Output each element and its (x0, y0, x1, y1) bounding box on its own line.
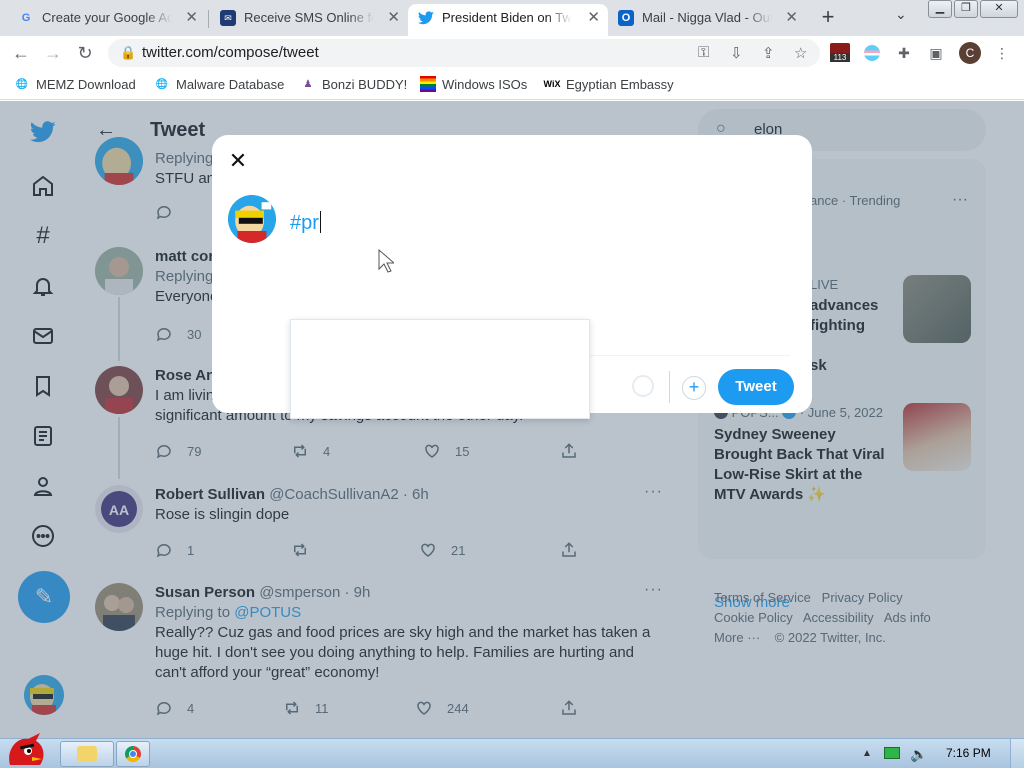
add-thread-button[interactable]: + (682, 376, 706, 400)
network-status-icon[interactable] (884, 747, 900, 759)
lock-icon[interactable]: 🔒 (120, 45, 136, 61)
tweet-submit-button[interactable]: Tweet (718, 369, 794, 405)
minimize-button[interactable]: ▁ (928, 0, 952, 18)
window-close-button[interactable]: ✕ (980, 0, 1018, 18)
globe-icon: 🌐 (15, 78, 29, 90)
sms-site-icon: ✉ (220, 10, 236, 26)
pride-flag-extension-icon[interactable] (862, 43, 882, 63)
bookmarks-bar: 🌐 MEMZ Download 🌐 Malware Database ♟ Bonzi … (0, 70, 1024, 100)
tweet-text-input[interactable]: #pr (290, 211, 321, 235)
close-icon[interactable]: ✕ (226, 149, 250, 173)
tab-search-chevron-icon[interactable]: ⌄ (895, 6, 907, 23)
share-icon[interactable]: ⇪ (762, 44, 775, 62)
extension-counter-icon[interactable]: 113 (830, 43, 850, 63)
side-panel-icon[interactable]: ▣ (926, 43, 946, 63)
chrome-icon (125, 746, 141, 762)
system-clock[interactable]: 7:16 PM (946, 746, 991, 760)
key-icon[interactable]: ⚿ (698, 44, 709, 61)
reload-icon[interactable]: ↻ (74, 42, 96, 64)
bookmark-malware-database[interactable]: 🌐 Malware Database (154, 77, 285, 92)
mouse-pointer-icon (378, 248, 396, 278)
bookmark-star-icon[interactable]: ☆ (794, 44, 807, 62)
show-desktop-button[interactable] (1010, 739, 1024, 768)
plus-icon: + (688, 377, 700, 397)
text-caret (319, 211, 321, 233)
outlook-icon: O (618, 10, 634, 26)
close-tab-icon[interactable]: ✕ (185, 4, 198, 32)
rainbow-flag-icon (420, 76, 436, 92)
new-tab-button[interactable]: + (816, 4, 840, 32)
install-app-icon[interactable]: ⇩ (730, 44, 743, 62)
wix-icon: WiX (543, 79, 561, 89)
bookmark-memz[interactable]: 🌐 MEMZ Download (14, 77, 136, 92)
profile-avatar[interactable]: C (959, 42, 981, 64)
back-arrow-icon[interactable]: ← (10, 42, 32, 64)
forward-arrow-icon[interactable]: → (42, 42, 64, 64)
globe-icon: 🌐 (155, 78, 169, 90)
show-hidden-icons-arrow[interactable]: ▲ (862, 748, 872, 759)
composer-avatar[interactable] (228, 195, 276, 243)
close-tab-icon[interactable]: ✕ (785, 4, 798, 32)
extensions-puzzle-icon[interactable]: ✚ (894, 43, 914, 63)
taskbar-chrome-button[interactable] (116, 741, 150, 767)
tab-separator (208, 10, 209, 28)
taskbar-explorer-button[interactable] (60, 741, 114, 767)
bookmark-egyptian-embassy[interactable]: WiX Egyptian Embassy (544, 77, 674, 92)
divider (669, 371, 670, 403)
volume-icon[interactable]: 🔈 (910, 746, 927, 763)
bookmark-bonzi-buddy[interactable]: ♟ Bonzi BUDDY! (300, 77, 408, 92)
bookmark-windows-isos[interactable]: Windows ISOs (420, 76, 527, 92)
browser-toolbar: ← → ↻ 🔒 twitter.com/compose/tweet ⚿ ⇩ ⇪ … (0, 36, 1024, 70)
tweet-draft-text: #pr (290, 212, 319, 234)
maximize-button[interactable]: ❐ (954, 0, 978, 18)
folder-icon (77, 746, 97, 762)
twitter-page: # ✎ ← Tweet Replying STFU an matt cor Re… (0, 101, 1024, 738)
google-icon: G (21, 12, 31, 24)
address-bar[interactable]: 🔒 twitter.com/compose/tweet ⚿ ⇩ ⇪ ☆ (108, 39, 820, 67)
start-button-angry-bird-icon[interactable] (2, 729, 48, 768)
tab-outlook-mail[interactable]: O Mail - Nigga Vlad - Out ✕ (608, 4, 806, 36)
tab-google-account[interactable]: G Create your Google Acc ✕ (8, 4, 206, 36)
tab-biden-twitter[interactable]: President Biden on Twit ✕ (408, 4, 608, 36)
tab-receive-sms[interactable]: ✉ Receive SMS Online for ✕ (210, 4, 408, 36)
windows-taskbar: ▲ 🔈 7:16 PM (0, 733, 1024, 768)
close-tab-icon[interactable]: ✕ (587, 4, 600, 32)
close-tab-icon[interactable]: ✕ (387, 4, 400, 32)
menu-kebab-icon[interactable]: ⋮ (992, 43, 1012, 63)
twitter-icon (418, 10, 434, 26)
character-count-ring (632, 375, 654, 397)
tab-strip: G Create your Google Acc ✕ ✉ Receive SMS… (0, 0, 1024, 36)
bonzi-icon: ♟ (303, 78, 313, 90)
hashtag-suggestions-dropdown[interactable] (290, 319, 590, 419)
